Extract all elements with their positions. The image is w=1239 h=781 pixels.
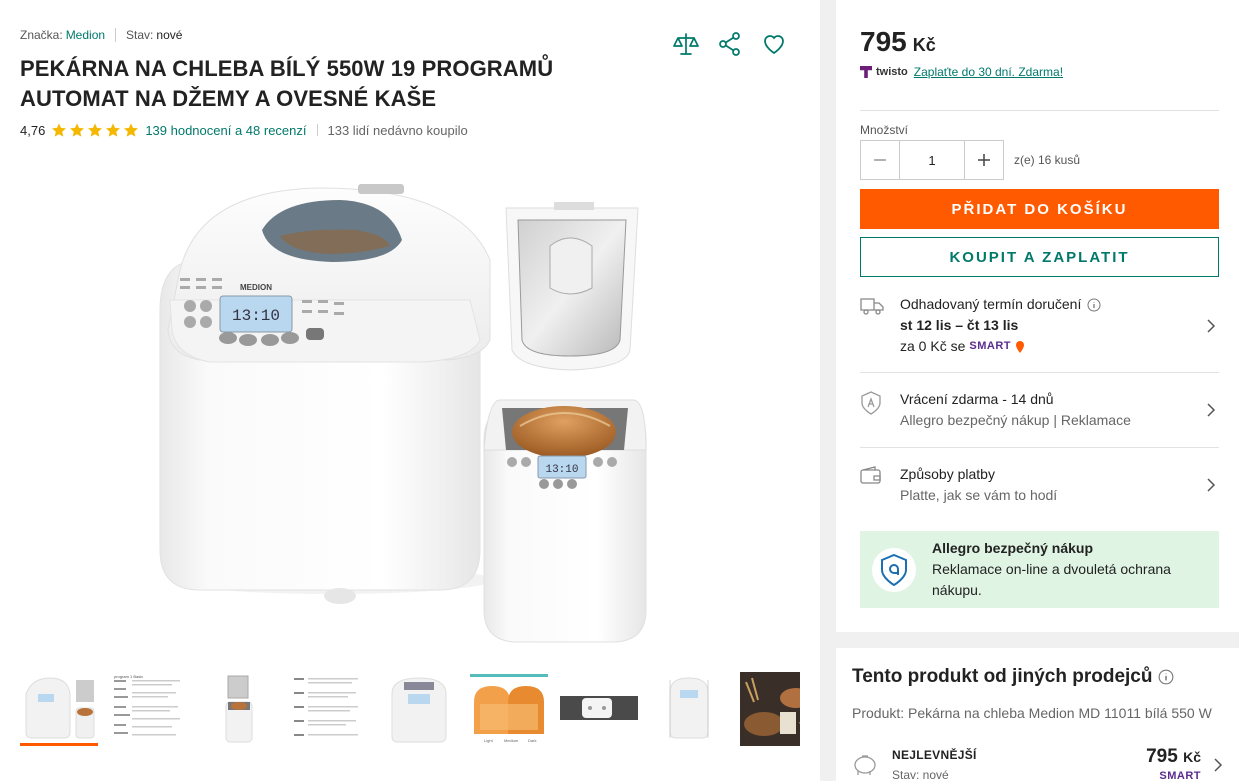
star-icon: [70, 123, 85, 137]
allegro-shield-icon: [872, 547, 916, 592]
quantity-available: z(e) 16 kusů: [1014, 153, 1081, 167]
main-product-image[interactable]: 13:10 MEDION 13:10: [140, 150, 680, 660]
rating-stars: [51, 122, 139, 138]
thumbnail[interactable]: Light Medium Dark: [470, 672, 548, 746]
price-currency: Kč: [912, 35, 936, 55]
star-icon: [88, 123, 103, 137]
product-title: PEKÁRNA NA CHLEBA BÍLÝ 550W 19 PROGRAMŮ …: [20, 56, 554, 111]
twisto-logo-icon: [860, 66, 872, 78]
thumbnail[interactable]: [200, 672, 278, 746]
thumbnail[interactable]: program 1 Basic: [110, 672, 188, 746]
thumbnail[interactable]: [650, 672, 728, 746]
piggy-bank-icon: [854, 755, 876, 775]
shield-icon: [860, 389, 884, 431]
twisto-link[interactable]: Zaplaťte do 30 dní. Zdarma!: [914, 65, 1063, 79]
chevron-right-icon: [1203, 294, 1219, 357]
payment-row[interactable]: Způsoby platby Platte, jak se vám to hod…: [860, 464, 1219, 506]
thumbnail[interactable]: [380, 672, 458, 746]
compare-icon[interactable]: [672, 30, 700, 58]
info-icon[interactable]: [1158, 669, 1174, 685]
info-icon[interactable]: [1087, 298, 1101, 312]
returns-sub: Allegro bezpečný nákup | Reklamace: [900, 412, 1131, 428]
cheapest-condition: Stav: nové: [892, 768, 949, 781]
cheapest-label: NEJLEVNĚJŠÍ: [892, 748, 977, 762]
other-sellers-title: Tento produkt od jiných prodejců: [852, 666, 1153, 687]
thumbnail[interactable]: [560, 672, 638, 746]
product-actions: [672, 30, 788, 58]
wallet-icon: [860, 464, 884, 506]
price: 795 Kč: [860, 26, 936, 58]
thumb-loaf-label: Light: [484, 738, 494, 743]
main-display-brand: MEDION: [240, 283, 272, 292]
meta-divider: [115, 28, 117, 42]
returns-title: Vrácení zdarma - 14 dnů: [900, 391, 1054, 407]
brand-link[interactable]: Medion: [66, 28, 105, 42]
brand-label: Značka:: [20, 28, 63, 42]
recently-bought: 133 lidí nedávno koupilo: [327, 122, 468, 138]
quantity-label: Množství: [860, 123, 909, 137]
condition-value: nové: [156, 28, 183, 42]
thumbnail[interactable]: [740, 672, 800, 746]
safe-purchase-box: Allegro bezpečný nákup Reklamace on-line…: [860, 531, 1219, 608]
other-sellers-panel: Tento produkt od jiných prodejců Produkt…: [836, 648, 1239, 781]
cheapest-offer-row[interactable]: NEJLEVNĚJŠÍ Stav: nové 795 Kč SMART: [852, 746, 1227, 781]
twisto-row: twisto Zaplaťte do 30 dní. Zdarma!: [860, 65, 1063, 79]
star-icon: [52, 123, 67, 137]
delivery-title: Odhadovaný termín doručení: [900, 296, 1082, 312]
safe-title: Allegro bezpečný nákup: [932, 540, 1094, 556]
delivery-dates: st 12 lis – čt 13 lis: [900, 317, 1019, 333]
cheapest-price: 795 Kč: [1146, 746, 1201, 768]
rating-score: 4,76: [20, 122, 46, 138]
divider: [860, 447, 1219, 448]
other-sellers-subtitle: Produkt: Pekárna na chleba Medion MD 110…: [852, 705, 1212, 721]
purchase-panel: 795 Kč twisto Zaplaťte do 30 dní. Zdarma…: [836, 0, 1239, 632]
returns-row[interactable]: Vrácení zdarma - 14 dnů Allegro bezpečný…: [860, 389, 1219, 431]
quantity-stepper: 1 z(e) 16 kusů: [860, 140, 1080, 180]
increase-button[interactable]: [964, 140, 1004, 180]
thumbnail[interactable]: [20, 672, 98, 746]
reviews-link[interactable]: 139 hodnocení a 48 recenzí: [145, 123, 306, 138]
chevron-right-icon: [1203, 464, 1219, 506]
other-sellers-title-row: Tento produkt od jiných prodejců: [852, 666, 1174, 688]
minus-icon: [874, 159, 886, 161]
product-meta: Značka: Medion Stav: nové: [20, 28, 182, 42]
rating-row: 4,76 139 hodnocení a 48 recenzí 133 lidí…: [20, 122, 468, 138]
truck-icon: [860, 294, 884, 357]
thumb-loaf-label: Dark: [528, 738, 536, 743]
star-icon: [106, 123, 121, 137]
cheapest-price-currency: Kč: [1183, 749, 1201, 765]
quantity-input[interactable]: 1: [900, 140, 964, 180]
thumb-loaf-label: Medium: [504, 738, 519, 743]
small-display-time: 13:10: [545, 464, 578, 476]
buy-now-button[interactable]: KOUPIT A ZAPLATIT: [860, 237, 1219, 277]
smart-pin-icon: [1015, 340, 1024, 353]
twisto-brand: twisto: [876, 66, 908, 78]
chevron-right-icon: [1203, 389, 1219, 431]
cheapest-price-value: 795: [1146, 746, 1178, 767]
payment-sub: Platte, jak se vám to hodí: [900, 487, 1058, 503]
thumbnail[interactable]: [290, 672, 368, 746]
share-icon[interactable]: [716, 30, 744, 58]
plus-icon: [978, 154, 990, 166]
divider: [860, 110, 1219, 111]
add-to-cart-button[interactable]: PŘIDAT DO KOŠÍKU: [860, 189, 1219, 229]
chevron-right-icon: [1214, 758, 1223, 772]
divider: [860, 372, 1219, 373]
thumb-text: program 1 Basic: [114, 674, 143, 679]
safe-text: Reklamace on-line a dvouletá ochrana nák…: [932, 561, 1171, 598]
main-display-time: 13:10: [232, 307, 280, 325]
smart-badge: SMART: [1159, 770, 1201, 781]
payment-title: Způsoby platby: [900, 466, 995, 482]
decrease-button[interactable]: [860, 140, 900, 180]
heart-icon[interactable]: [760, 30, 788, 58]
condition-label: Stav:: [126, 28, 154, 42]
price-value: 795: [860, 26, 907, 57]
product-gallery-panel: Značka: Medion Stav: nové PEKÁRNA NA CHL…: [0, 0, 820, 781]
rating-divider: [316, 124, 318, 136]
thumbnail-strip: program 1 Basic Light Medium Dark: [20, 672, 800, 750]
smart-badge: SMART: [969, 340, 1011, 352]
delivery-price: za 0 Kč se: [900, 338, 966, 354]
delivery-row[interactable]: Odhadovaný termín doručení st 12 lis – č…: [860, 294, 1219, 357]
star-icon: [124, 123, 139, 137]
